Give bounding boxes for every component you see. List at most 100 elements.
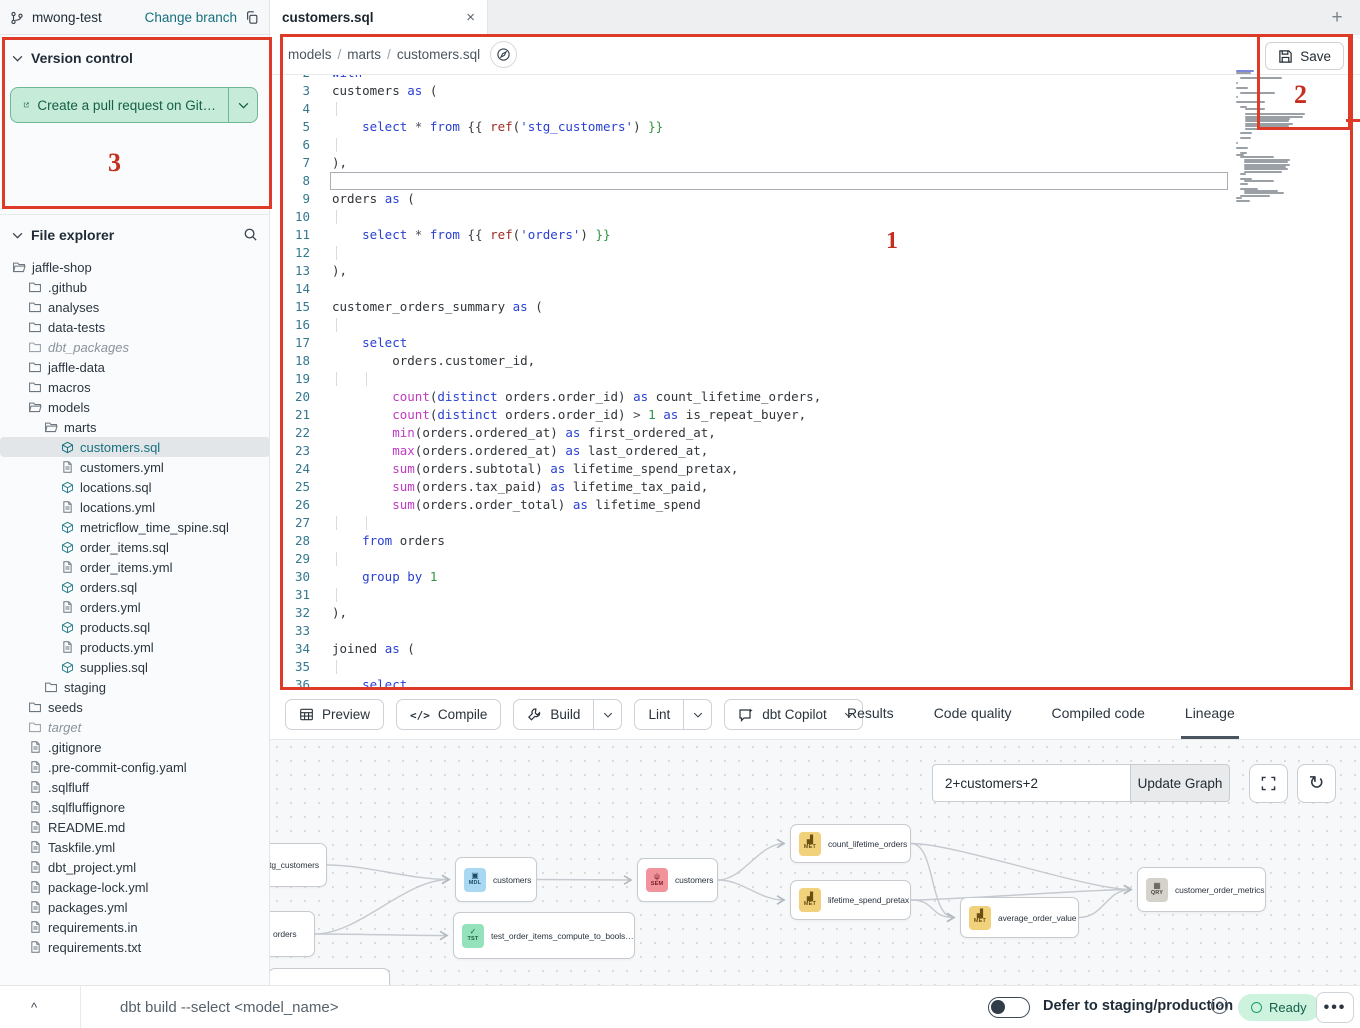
file-tree-item-marts[interactable]: marts [0, 417, 270, 437]
code-line-13[interactable]: 13), [270, 262, 1360, 280]
code-line-7[interactable]: 7), [270, 154, 1360, 172]
defer-toggle[interactable] [988, 997, 1030, 1018]
lineage-node-partial_bottom[interactable] [270, 968, 390, 985]
code-line-9[interactable]: 9orders as ( [270, 190, 1360, 208]
lineage-node-met_lifetime[interactable]: ▟METlifetime_spend_pretax [790, 880, 911, 920]
file-tree-item--sqlfluff[interactable]: .sqlfluff [0, 777, 270, 797]
code-line-4[interactable]: 4 [270, 100, 1360, 118]
close-icon[interactable]: × [466, 10, 475, 25]
code-line-26[interactable]: 26 sum(orders.order_total) as lifetime_s… [270, 496, 1360, 514]
code-line-22[interactable]: 22 min(orders.ordered_at) as first_order… [270, 424, 1360, 442]
create-pull-request-button[interactable]: Create a pull request on Git… [10, 87, 258, 123]
search-icon[interactable] [243, 227, 258, 242]
file-tree-item--github[interactable]: .github [0, 277, 270, 297]
code-line-24[interactable]: 24 sum(orders.subtotal) as lifetime_spen… [270, 460, 1360, 478]
code-line-16[interactable]: 16 [270, 316, 1360, 334]
code-line-28[interactable]: 28 from orders [270, 532, 1360, 550]
file-tree-item-jaffle-shop[interactable]: jaffle-shop [0, 257, 270, 277]
code-line-18[interactable]: 18 orders.customer_id, [270, 352, 1360, 370]
code-line-30[interactable]: 30 group by 1 [270, 568, 1360, 586]
tab-lineage[interactable]: Lineage [1181, 690, 1239, 739]
file-tree-item--sqlfluffignore[interactable]: .sqlfluffignore [0, 797, 270, 817]
file-tree-item-packages-yml[interactable]: packages.yml [0, 897, 270, 917]
file-tree-item-target[interactable]: target [0, 717, 270, 737]
version-control-header[interactable]: Version control [0, 48, 270, 68]
lineage-node-orders_src[interactable]: orders [270, 911, 315, 957]
code-line-12[interactable]: 12 [270, 244, 1360, 262]
file-tree-item-locations-sql[interactable]: locations.sql [0, 477, 270, 497]
pr-dropdown-caret[interactable] [229, 88, 257, 122]
build-button[interactable]: Build [513, 699, 622, 730]
file-tree-item-dbt-project-yml[interactable]: dbt_project.yml [0, 857, 270, 877]
file-tree-item-metricflow-time-spine-sql[interactable]: metricflow_time_spine.sql [0, 517, 270, 537]
file-tree-item-orders-sql[interactable]: orders.sql [0, 577, 270, 597]
file-tree-item-readme-md[interactable]: README.md [0, 817, 270, 837]
copy-icon[interactable] [245, 11, 259, 25]
breadcrumb-models[interactable]: models [288, 47, 332, 62]
code-line-25[interactable]: 25 sum(orders.tax_paid) as lifetime_tax_… [270, 478, 1360, 496]
file-tree-item-customers-sql[interactable]: customers.sql [0, 437, 270, 457]
code-line-8[interactable]: 8 [270, 172, 1360, 190]
code-line-15[interactable]: 15customer_orders_summary as ( [270, 298, 1360, 316]
file-tree-item-orders-yml[interactable]: orders.yml [0, 597, 270, 617]
file-tree-item-seeds[interactable]: seeds [0, 697, 270, 717]
file-explorer-header[interactable]: File explorer [0, 225, 270, 245]
collapse-caret-icon[interactable]: ^ [24, 997, 44, 1017]
code-line-36[interactable]: 36 select [270, 676, 1360, 690]
code-line-14[interactable]: 14 [270, 280, 1360, 298]
file-tree-item-requirements-txt[interactable]: requirements.txt [0, 937, 270, 957]
minimap[interactable] [1234, 70, 1312, 208]
file-tree-item-data-tests[interactable]: data-tests [0, 317, 270, 337]
file-tree-item-customers-yml[interactable]: customers.yml [0, 457, 270, 477]
file-tree-item-models[interactable]: models [0, 397, 270, 417]
preview-button[interactable]: Preview [285, 699, 384, 730]
tab-compiled-code[interactable]: Compiled code [1048, 690, 1149, 739]
file-tree-item-products-yml[interactable]: products.yml [0, 637, 270, 657]
file-tree-item-order-items-yml[interactable]: order_items.yml [0, 557, 270, 577]
lineage-node-qry_metrics[interactable]: ▦QRYcustomer_order_metrics [1137, 867, 1266, 912]
lineage-node-sem_customers[interactable]: ψSEMcustomers [637, 858, 718, 902]
lint-button[interactable]: Lint [634, 699, 712, 730]
tab-results[interactable]: Results [843, 690, 898, 739]
code-line-23[interactable]: 23 max(orders.ordered_at) as last_ordere… [270, 442, 1360, 460]
lint-dropdown-caret[interactable] [683, 700, 711, 729]
file-tree-item-macros[interactable]: macros [0, 377, 270, 397]
code-line-5[interactable]: 5 select * from {{ ref('stg_customers') … [270, 118, 1360, 136]
code-line-34[interactable]: 34joined as ( [270, 640, 1360, 658]
file-tree-item--pre-commit-config-yaml[interactable]: .pre-commit-config.yaml [0, 757, 270, 777]
file-tree-item-dbt-packages[interactable]: dbt_packages [0, 337, 270, 357]
code-line-11[interactable]: 11 select * from {{ ref('orders') }} [270, 226, 1360, 244]
code-line-6[interactable]: 6 [270, 136, 1360, 154]
code-line-3[interactable]: 3customers as ( [270, 82, 1360, 100]
more-options-button[interactable]: ••• [1316, 992, 1354, 1023]
lineage-node-tst_order_items[interactable]: ✓TSTtest_order_items_compute_to_bools… [453, 912, 635, 959]
file-tree-item-analyses[interactable]: analyses [0, 297, 270, 317]
file-tree-item-package-lock-yml[interactable]: package-lock.yml [0, 877, 270, 897]
code-line-20[interactable]: 20 count(distinct orders.order_id) as co… [270, 388, 1360, 406]
refresh-icon[interactable]: ↻ [1297, 764, 1336, 803]
tab-code-quality[interactable]: Code quality [930, 690, 1016, 739]
new-tab-button[interactable]: + [1324, 5, 1350, 31]
code-line-21[interactable]: 21 count(distinct orders.order_id) > 1 a… [270, 406, 1360, 424]
compile-button[interactable]: </>Compile [396, 699, 501, 730]
code-line-32[interactable]: 32), [270, 604, 1360, 622]
build-dropdown-caret[interactable] [593, 700, 621, 729]
code-line-33[interactable]: 33 [270, 622, 1360, 640]
update-graph-button[interactable]: Update Graph [1130, 764, 1230, 802]
file-tree-item--gitignore[interactable]: .gitignore [0, 737, 270, 757]
file-tree-item-taskfile-yml[interactable]: Taskfile.yml [0, 837, 270, 857]
compass-icon-button[interactable] [490, 41, 517, 68]
lineage-selector-input[interactable] [932, 764, 1130, 802]
code-line-19[interactable]: 19 [270, 370, 1360, 388]
code-line-35[interactable]: 35 [270, 658, 1360, 676]
fullscreen-button[interactable] [1249, 764, 1288, 803]
code-line-27[interactable]: 27 [270, 514, 1360, 532]
code-line-17[interactable]: 17 select [270, 334, 1360, 352]
file-tree-item-staging[interactable]: staging [0, 677, 270, 697]
help-icon[interactable]: ? [1211, 997, 1228, 1014]
breadcrumb-customers-sql[interactable]: customers.sql [397, 47, 480, 62]
breadcrumb-marts[interactable]: marts [347, 47, 381, 62]
file-tree-item-requirements-in[interactable]: requirements.in [0, 917, 270, 937]
code-line-31[interactable]: 31 [270, 586, 1360, 604]
file-tree-item-products-sql[interactable]: products.sql [0, 617, 270, 637]
